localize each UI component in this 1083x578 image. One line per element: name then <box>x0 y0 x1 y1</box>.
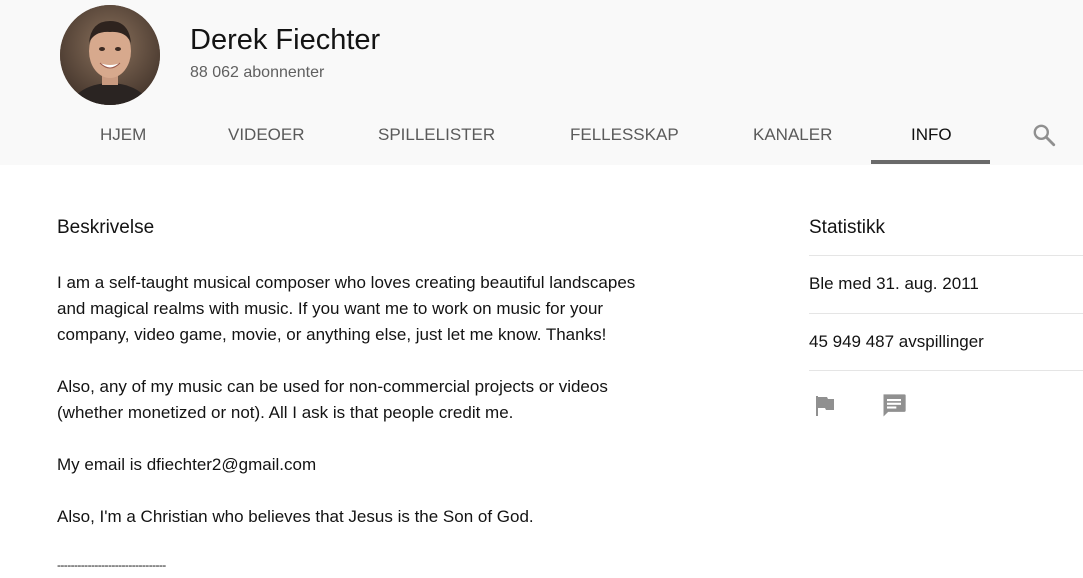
avatar[interactable] <box>60 5 160 105</box>
active-tab-indicator <box>871 160 990 164</box>
divider <box>809 313 1083 314</box>
joined-date: Ble med 31. aug. 2011 <box>809 274 979 293</box>
tab-fellesskap[interactable]: FELLESSKAP <box>570 125 679 145</box>
view-count: 45 949 487 avspillinger <box>809 332 984 351</box>
description-title: Beskrivelse <box>57 217 155 238</box>
search-icon[interactable] <box>1031 122 1057 148</box>
description-line: company, video game, movie, or anything … <box>57 325 607 344</box>
tab-kanaler[interactable]: KANALER <box>753 125 832 145</box>
stats-title: Statistikk <box>809 217 886 238</box>
description-line: Also, I'm a Christian who believes that … <box>57 507 534 526</box>
channel-name: Derek Fiechter <box>190 24 381 56</box>
description-email-line: My email is dfiechter2@gmail.com <box>57 455 317 474</box>
divider <box>809 255 1083 256</box>
description-divider-text: -------------------------------- <box>57 558 166 572</box>
subscriber-count: 88 062 abonnenter <box>190 64 325 81</box>
tab-info[interactable]: INFO <box>911 125 952 145</box>
message-icon[interactable] <box>880 392 908 425</box>
channel-header: Derek Fiechter 88 062 abonnenter HJEM VI… <box>0 0 1083 165</box>
tab-videoer[interactable]: VIDEOER <box>228 125 305 145</box>
divider <box>809 370 1083 371</box>
tab-spillelister[interactable]: SPILLELISTER <box>378 125 495 145</box>
tab-hjem[interactable]: HJEM <box>100 125 146 145</box>
description-line: I am a self-taught musical composer who … <box>57 273 636 292</box>
description-line: Also, any of my music can be used for no… <box>57 377 608 396</box>
description-line: and magical realms with music. If you wa… <box>57 299 604 318</box>
flag-icon[interactable] <box>813 394 837 423</box>
description-line: (whether monetized or not). All I ask is… <box>57 403 514 422</box>
